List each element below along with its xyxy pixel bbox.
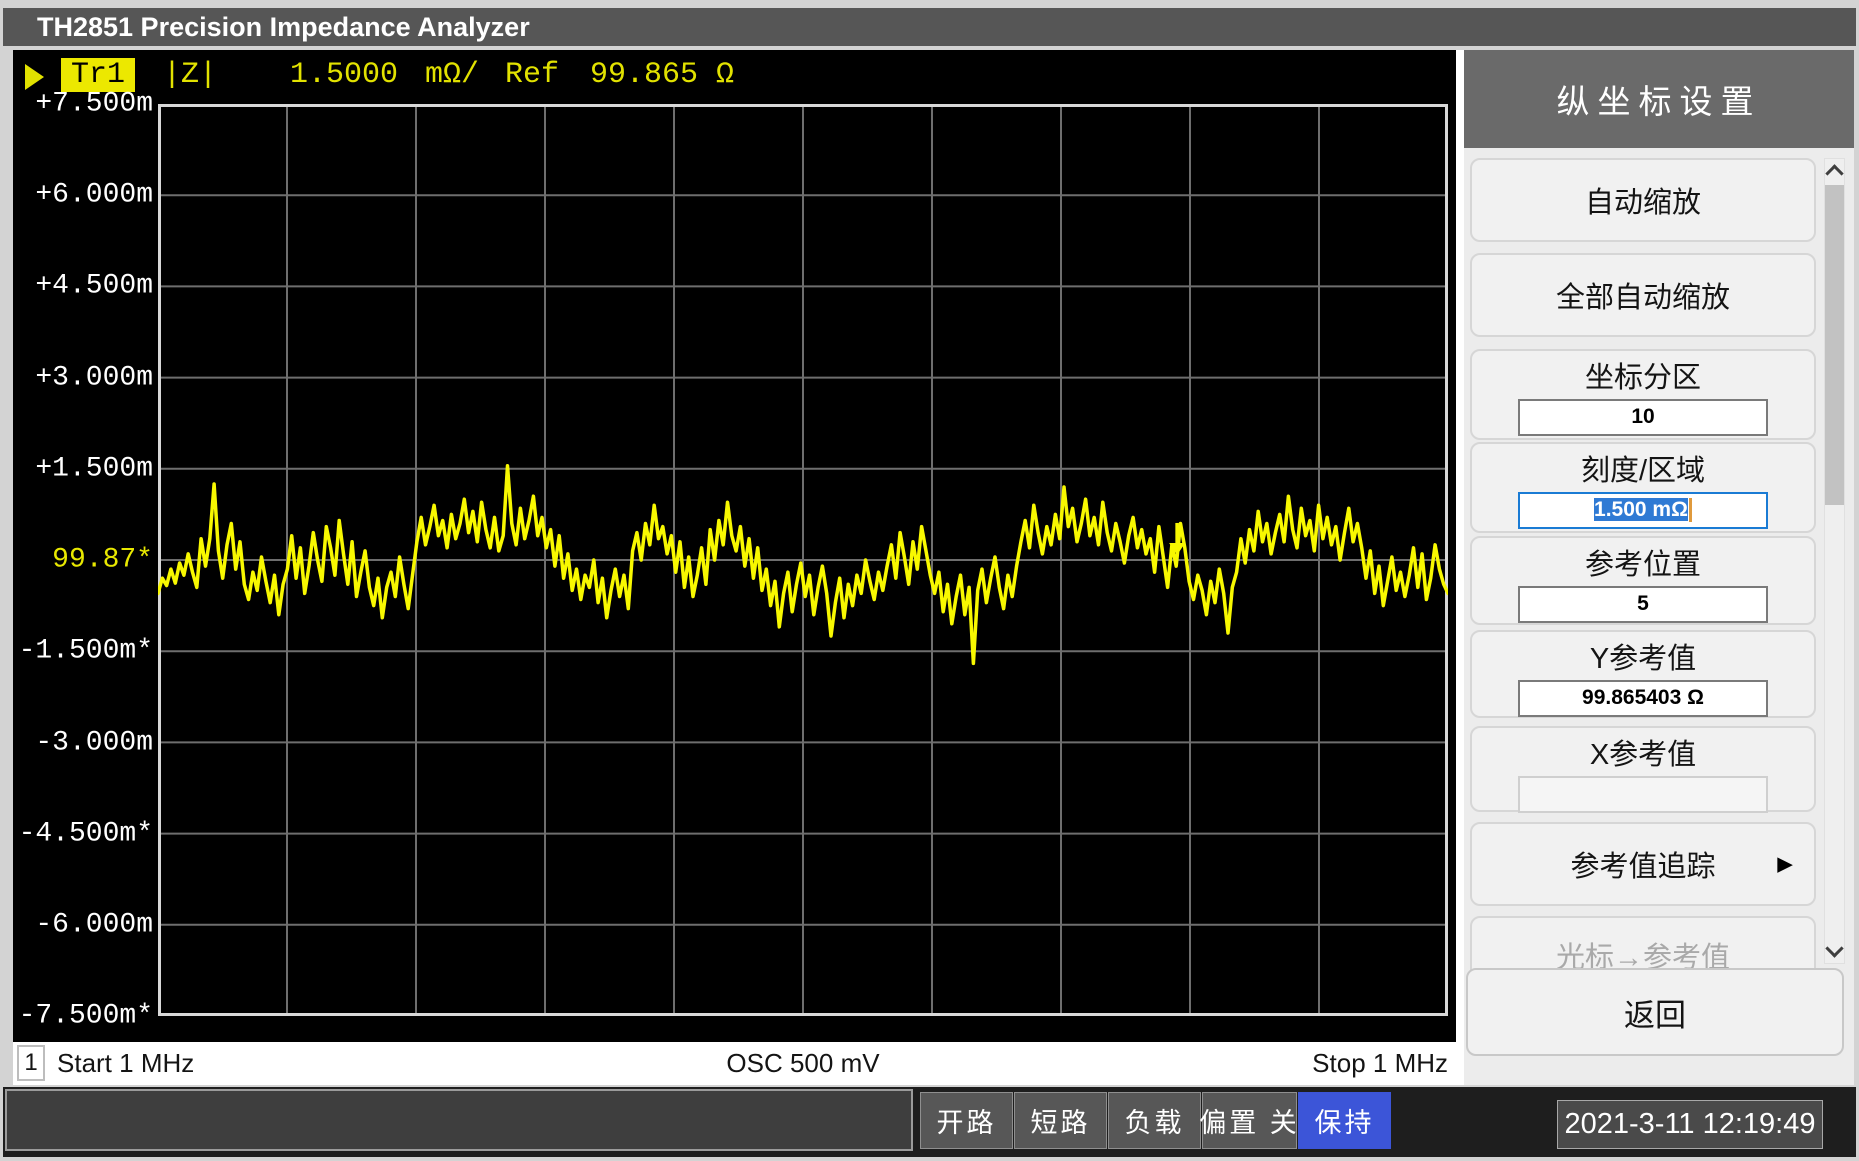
panel-scrollbar[interactable] (1824, 158, 1845, 964)
selected-text: 1.500 mΩ (1594, 498, 1688, 521)
back-label: 返回 (1624, 990, 1686, 1035)
scrollbar-up-button[interactable] (1825, 159, 1844, 183)
scale-per-division-input[interactable]: 1.500 mΩ (1518, 492, 1768, 529)
scale-per-division-label: 刻度/区域 (1472, 447, 1814, 489)
reference-tracking-button[interactable]: 参考值追踪 ► (1470, 822, 1816, 906)
trace-scale-value: 1.5000 (290, 58, 398, 92)
x-reference-label: X参考值 (1472, 731, 1814, 773)
open-correction-button[interactable]: 开路 (920, 1092, 1013, 1149)
y-tick-label: +3.000m (13, 363, 153, 394)
correction-button-row: 开路 短路 负载 偏置 关 保持 (920, 1092, 1392, 1149)
reference-position-input[interactable]: 5 (1518, 586, 1768, 623)
y-tick-label: +4.500m (13, 271, 153, 302)
y-tick-label: -3.000m (13, 728, 153, 759)
window-title: TH2851 Precision Impedance Analyzer (3, 12, 530, 43)
submenu-arrow-icon: ► (1772, 849, 1798, 880)
auto-scale-all-button[interactable]: 全部自动缩放 (1470, 253, 1816, 337)
datetime-display: 2021-3-11 12:19:49 (1557, 1100, 1823, 1149)
bottom-status-bar: 开路 短路 负载 偏置 关 保持 2021-3-11 12:19:49 (3, 1087, 1856, 1157)
x-reference-input[interactable] (1518, 776, 1768, 813)
y-tick-label: +1.500m (13, 454, 153, 485)
panel-title: 纵坐标设置 (1557, 75, 1762, 123)
scale-per-division-group: 刻度/区域 1.500 mΩ (1470, 442, 1816, 533)
trace-ref-label: Ref (505, 58, 559, 92)
trace-badge[interactable]: Tr1 (61, 58, 135, 92)
reference-tracking-label: 参考值追踪 (1570, 843, 1715, 885)
divisions-input[interactable]: 10 (1518, 399, 1768, 436)
channel-number-box: 1 (17, 1045, 45, 1081)
bias-off-button[interactable]: 偏置 关 (1202, 1092, 1297, 1149)
back-button[interactable]: 返回 (1466, 968, 1844, 1056)
y-reference-group: Y参考值 99.865403 Ω (1470, 630, 1816, 718)
sweep-start-label: Start 1 MHz (57, 1042, 194, 1085)
auto-scale-label: 自动缩放 (1585, 179, 1701, 221)
chart-footer: 1 Start 1 MHz OSC 500 mV Stop 1 MHz (13, 1042, 1456, 1085)
y-tick-label: -7.500m* (13, 1001, 153, 1032)
trace-ref-value: 99.865 (590, 58, 698, 92)
chevron-down-icon (1825, 939, 1843, 957)
chart-panel: Tr1 |Z| 1.5000 mΩ/ Ref 99.865 Ω +7.500m … (13, 50, 1456, 1085)
x-reference-group: X参考值 (1470, 726, 1816, 812)
short-correction-button[interactable]: 短路 (1014, 1092, 1107, 1149)
impedance-trace-chart (158, 104, 1448, 1016)
chevron-up-icon (1825, 164, 1843, 182)
scrollbar-down-button[interactable] (1825, 939, 1844, 963)
osc-level-label: OSC 500 mV (603, 1042, 1003, 1085)
y-tick-label: -4.500m* (13, 819, 153, 850)
app-window: TH2851 Precision Impedance Analyzer Tr1 … (0, 0, 1859, 1161)
y-reference-input[interactable]: 99.865403 Ω (1518, 680, 1768, 717)
auto-scale-all-label: 全部自动缩放 (1556, 274, 1730, 316)
reference-position-group: 参考位置 5 (1470, 536, 1816, 625)
y-ref-line-label: 99.87* (13, 545, 153, 576)
y-tick-label: -1.500m* (13, 636, 153, 667)
y-reference-label: Y参考值 (1472, 635, 1814, 677)
scrollbar-thumb[interactable] (1825, 185, 1844, 505)
text-caret (1689, 498, 1692, 522)
vertical-axis-settings-panel: 纵坐标设置 自动缩放 全部自动缩放 坐标分区 10 刻度/区域 1.500 mΩ… (1464, 50, 1854, 1085)
divisions-group: 坐标分区 10 (1470, 349, 1816, 440)
trace-header: Tr1 |Z| 1.5000 mΩ/ Ref 99.865 Ω (13, 54, 1456, 98)
trace-parameter: |Z| (163, 58, 217, 92)
divisions-label: 坐标分区 (1472, 354, 1814, 396)
trace-scale-unit: mΩ/ (425, 58, 479, 92)
auto-scale-button[interactable]: 自动缩放 (1470, 158, 1816, 242)
y-tick-label: -6.000m (13, 910, 153, 941)
panel-divider (1456, 50, 1464, 1085)
sweep-stop-label: Stop 1 MHz (1312, 1042, 1448, 1085)
load-correction-button[interactable]: 负载 (1108, 1092, 1201, 1149)
y-tick-label: +7.500m (13, 89, 153, 120)
trace-ref-unit: Ω (716, 58, 734, 92)
y-tick-label: +6.000m (13, 180, 153, 211)
hold-button[interactable]: 保持 (1298, 1092, 1391, 1149)
reference-position-label: 参考位置 (1472, 541, 1814, 583)
status-message-area (5, 1089, 913, 1151)
active-trace-icon (25, 64, 44, 90)
panel-header: 纵坐标设置 (1464, 50, 1854, 148)
title-bar: TH2851 Precision Impedance Analyzer (3, 8, 1856, 46)
